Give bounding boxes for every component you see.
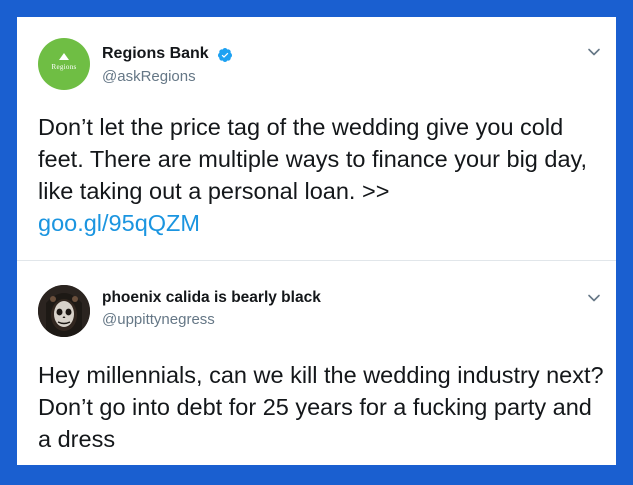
display-name[interactable]: Regions Bank	[102, 45, 209, 63]
tweet-text: Don’t let the price tag of the wedding g…	[38, 111, 608, 239]
tweet-regions-bank[interactable]: Regions Regions Bank @askRegions Don’t l…	[17, 17, 616, 261]
blue-frame: Regions Regions Bank @askRegions Don’t l…	[0, 0, 633, 485]
chevron-down-icon[interactable]	[587, 45, 601, 59]
tweet-text-body: Don’t let the price tag of the wedding g…	[38, 114, 588, 204]
avatar-phoenix-calida[interactable]	[38, 285, 90, 337]
tweet-link[interactable]: goo.gl/95qQZM	[38, 210, 200, 236]
regions-logo-mark	[59, 53, 69, 60]
tweet-text: Hey millennials, can we kill the wedding…	[38, 362, 604, 452]
regions-logo-text: Regions	[51, 63, 77, 71]
display-name[interactable]: phoenix calida is bearly black	[102, 289, 321, 307]
avatar-regions-bank[interactable]: Regions	[38, 38, 90, 90]
handle[interactable]: @uppittynegress	[102, 311, 215, 328]
chevron-down-icon[interactable]	[587, 291, 601, 305]
verified-badge-icon	[217, 48, 232, 62]
tweet-phoenix-calida[interactable]: phoenix calida is bearly black @uppittyn…	[17, 262, 616, 465]
handle[interactable]: @askRegions	[102, 68, 196, 85]
tweet-card: Regions Regions Bank @askRegions Don’t l…	[17, 17, 616, 465]
tweet-divider	[17, 260, 616, 261]
avatar-portrait-image	[38, 285, 90, 337]
